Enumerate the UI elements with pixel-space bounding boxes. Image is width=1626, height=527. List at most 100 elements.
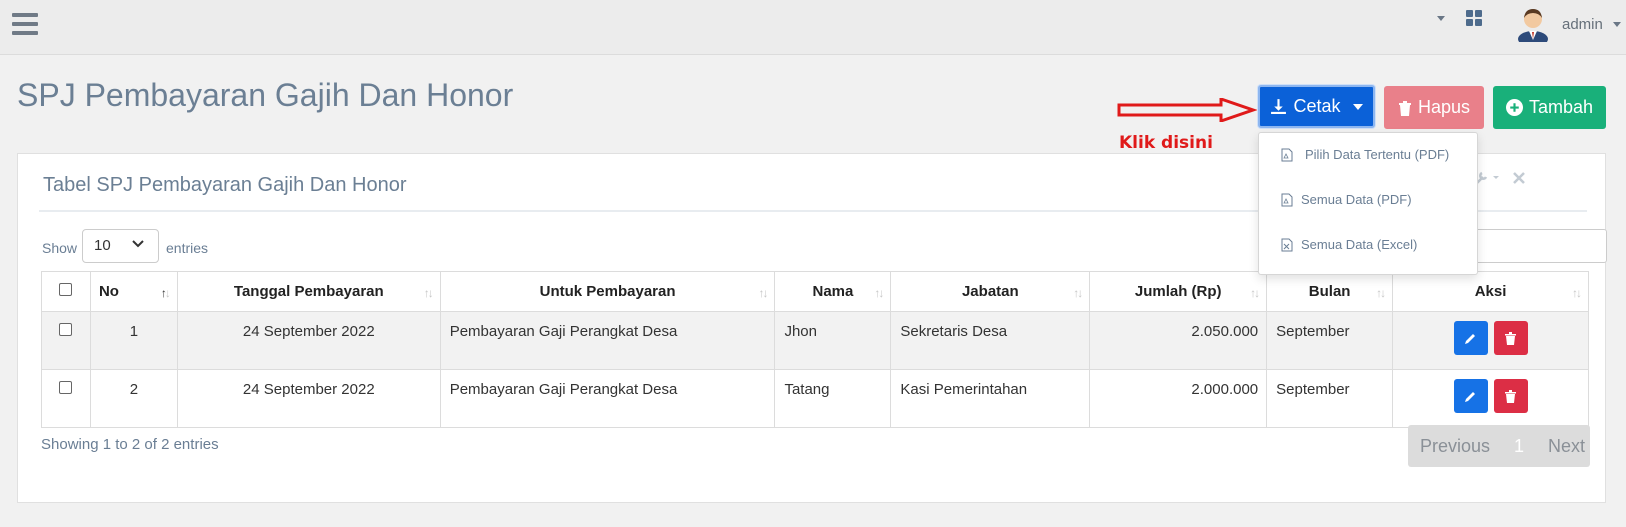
annotation-label: Klik disini	[1119, 133, 1213, 153]
tambah-button[interactable]: Tambah	[1493, 86, 1606, 129]
annotation-arrow-icon	[1117, 98, 1257, 122]
col-header-aksi[interactable]: Aksi ↑↓	[1392, 271, 1589, 312]
show-label: Show	[42, 240, 78, 256]
showing-info: Showing 1 to 2 of 2 entries	[41, 436, 219, 453]
file-pdf-icon	[1281, 148, 1293, 161]
cell-bulan: September	[1266, 311, 1394, 370]
delete-button[interactable]	[1493, 321, 1528, 355]
entries-label: entries	[166, 240, 209, 256]
next-button[interactable]: Next	[1548, 436, 1585, 457]
pencil-icon	[1465, 391, 1476, 402]
user-name[interactable]: admin	[1562, 16, 1603, 33]
cell-jumlah: 2.050.000	[1089, 311, 1268, 370]
cell-untuk: Pembayaran Gaji Perangkat Desa	[439, 369, 776, 428]
cell-tanggal: 24 September 2022	[176, 311, 441, 370]
cell-jabatan: Kasi Pemerintahan	[890, 369, 1091, 428]
table-row: 2 24 September 2022 Pembayaran Gaji Pera…	[41, 369, 1589, 428]
col-header-label: Aksi	[1474, 283, 1507, 300]
hapus-label: Hapus	[1417, 97, 1471, 117]
cetak-dropdown-menu: Pilih Data Tertentu (PDF) Semua Data (PD…	[1258, 132, 1478, 275]
download-icon	[1271, 99, 1287, 114]
cell-aksi	[1392, 369, 1589, 428]
col-header-jabatan[interactable]: Jabatan ↑↓	[890, 271, 1091, 312]
select-all-checkbox[interactable]	[59, 283, 73, 296]
sort-icon: ↑↓	[423, 286, 434, 300]
col-header-jumlah[interactable]: Jumlah (Rp) ↑↓	[1089, 271, 1268, 312]
col-header-label: Untuk Pembayaran	[539, 283, 676, 300]
previous-button[interactable]: Previous	[1420, 436, 1490, 457]
table-header-row: No ↑↓ Tanggal Pembayaran ↑↓ Untuk Pembayar…	[41, 271, 1589, 312]
menu-item-pilih-pdf[interactable]: Pilih Data Tertentu (PDF)	[1281, 147, 1449, 162]
menu-item-label: Pilih Data Tertentu (PDF)	[1305, 147, 1450, 162]
col-header-label: Nama	[812, 283, 854, 300]
col-header-untuk[interactable]: Untuk Pembayaran ↑↓	[439, 271, 776, 312]
col-header-label: Bulan	[1308, 283, 1351, 300]
cell-tanggal: 24 September 2022	[176, 369, 441, 428]
trash-icon	[1505, 331, 1517, 345]
wrench-icon[interactable]	[1475, 171, 1501, 185]
col-header-bulan[interactable]: Bulan ↑↓	[1266, 271, 1394, 312]
sort-icon: ↑↓	[758, 286, 768, 300]
cell-no: 2	[89, 369, 178, 428]
sort-icon: ↑↓	[1073, 286, 1083, 300]
cell-jumlah: 2.000.000	[1089, 369, 1268, 428]
table-row: 1 24 September 2022 Pembayaran Gaji Pera…	[41, 311, 1589, 370]
user-menu-caret-icon[interactable]	[1613, 22, 1621, 27]
edit-button[interactable]	[1453, 321, 1488, 355]
cell-nama: Tatang	[774, 369, 892, 428]
menu-item-semua-pdf[interactable]: Semua Data (PDF)	[1281, 192, 1412, 207]
sort-icon: ↑↓	[1572, 286, 1582, 300]
cetak-button[interactable]: Cetak	[1258, 85, 1375, 128]
sort-icon: ↑↓	[874, 286, 884, 300]
chevron-down-icon	[132, 240, 144, 248]
grid-icon[interactable]	[1466, 10, 1482, 26]
hapus-button[interactable]: Hapus	[1384, 86, 1484, 129]
cell-untuk: Pembayaran Gaji Perangkat Desa	[439, 311, 776, 370]
close-icon[interactable]	[1513, 172, 1525, 184]
delete-button[interactable]	[1493, 379, 1528, 413]
trash-icon	[1505, 389, 1517, 403]
avatar[interactable]	[1516, 6, 1550, 42]
edit-button[interactable]	[1453, 379, 1488, 413]
plus-circle-icon	[1505, 99, 1523, 116]
menu-item-label: Semua Data (Excel)	[1301, 237, 1418, 252]
file-pdf-icon	[1281, 193, 1293, 206]
cell-no: 1	[89, 311, 178, 370]
spj-table: No ↑↓ Tanggal Pembayaran ↑↓ Untuk Pembayar…	[41, 271, 1589, 428]
cell-aksi	[1392, 311, 1589, 370]
col-header-label: Tanggal Pembayaran	[233, 283, 384, 300]
sort-icon: ↑↓	[1376, 286, 1386, 300]
sort-icon: ↑↓	[1250, 286, 1260, 300]
cetak-label: Cetak	[1293, 96, 1341, 116]
col-header-tanggal[interactable]: Tanggal Pembayaran ↑↓	[176, 271, 441, 312]
pagination: Previous 1 Next	[1408, 425, 1590, 467]
row-select-cell	[41, 369, 91, 428]
col-header-no[interactable]: No ↑↓	[89, 271, 178, 312]
entries-select[interactable]: 10	[82, 229, 159, 263]
row-checkbox[interactable]	[59, 381, 73, 394]
row-select-cell	[41, 311, 91, 370]
page-title: SPJ Pembayaran Gajih Dan Honor	[17, 77, 514, 113]
col-header-label: Jumlah (Rp)	[1134, 283, 1222, 300]
col-header-label: Jabatan	[961, 283, 1019, 300]
col-header-label: No	[98, 283, 119, 300]
cell-jabatan: Sekretaris Desa	[890, 311, 1091, 370]
entries-value: 10	[94, 237, 111, 254]
cell-bulan: September	[1266, 369, 1394, 428]
hamburger-icon[interactable]	[12, 13, 38, 35]
file-excel-icon	[1281, 238, 1293, 251]
select-all-cell	[41, 271, 91, 312]
sort-icon: ↑↓	[160, 286, 171, 300]
menu-item-semua-excel[interactable]: Semua Data (Excel)	[1281, 237, 1417, 252]
panel-title: Tabel SPJ Pembayaran Gajih Dan Honor	[43, 174, 407, 196]
menu-item-label: Semua Data (PDF)	[1301, 192, 1412, 207]
chevron-down-icon	[1352, 103, 1363, 110]
chevron-down-icon[interactable]	[1437, 16, 1445, 21]
pencil-icon	[1465, 333, 1476, 344]
cell-nama: Jhon	[774, 311, 892, 370]
trash-icon	[1398, 100, 1411, 116]
col-header-nama[interactable]: Nama ↑↓	[774, 271, 892, 312]
page-button[interactable]: 1	[1514, 436, 1524, 457]
row-checkbox[interactable]	[59, 323, 73, 336]
top-navbar: admin	[0, 0, 1626, 55]
